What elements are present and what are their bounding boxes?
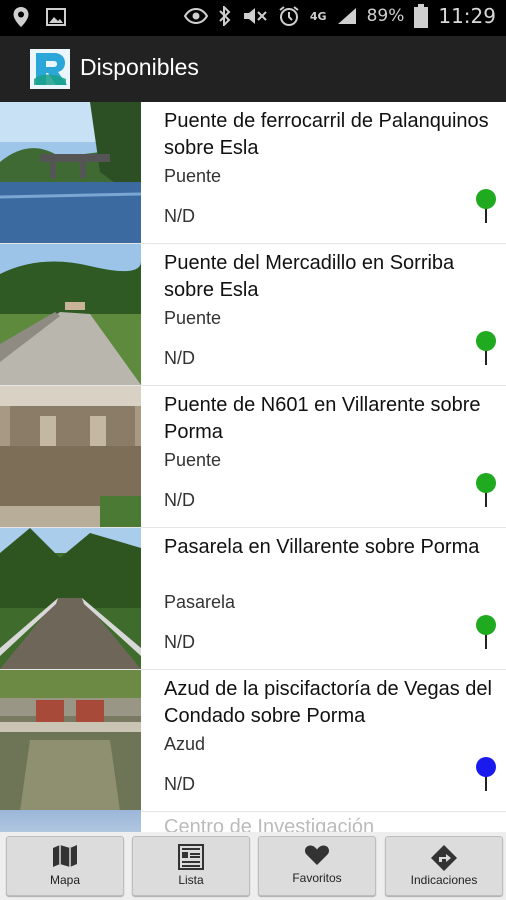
bluetooth-icon — [218, 6, 232, 26]
item-name: Pasarela en Villarente sobre Porma — [164, 536, 480, 558]
item-value: N/D — [164, 774, 195, 794]
item-name: Puente de ferrocarril de Palanquinos sob… — [164, 110, 489, 159]
tab-mapa[interactable]: Mapa — [6, 836, 124, 896]
clock: 11:29 — [438, 4, 496, 28]
app-bar: Disponibles — [0, 36, 506, 102]
map-pin-icon — [474, 614, 498, 650]
status-bar: 4G 89% 11:29 — [0, 0, 506, 36]
eye-icon — [183, 8, 208, 24]
item-name: Puente del Mercadillo en Sorriba sobre E… — [164, 252, 455, 301]
page-title: Disponibles — [80, 54, 199, 80]
list-item[interactable]: Puente del Mercadillo en Sorriba sobre E… — [0, 244, 506, 386]
list-item[interactable]: Puente de ferrocarril de Palanquinos sob… — [0, 102, 506, 244]
item-thumbnail — [0, 386, 141, 527]
item-value: N/D — [164, 490, 195, 510]
tab-lista[interactable]: Lista — [132, 836, 250, 896]
tab-label: Indicaciones — [410, 873, 478, 887]
location-icon — [12, 6, 30, 28]
item-thumbnail — [0, 102, 141, 243]
directions-icon — [386, 844, 502, 871]
list-icon — [133, 844, 249, 870]
battery-icon — [414, 4, 429, 28]
list-item-partial[interactable]: Centro de Investigación — [0, 810, 506, 832]
map-pin-icon — [474, 330, 498, 366]
tab-label: Favoritos — [292, 871, 342, 885]
list-item[interactable]: Puente de N601 en Villarente sobre Porma… — [0, 386, 506, 528]
tab-label: Mapa — [49, 873, 81, 887]
tab-favoritos[interactable]: Favoritos — [258, 836, 376, 896]
list-item[interactable]: Pasarela en Villarente sobre Porma Pasar… — [0, 528, 506, 670]
battery-percent: 89% — [366, 6, 405, 26]
item-thumbnail — [0, 244, 141, 385]
item-name: Centro de Investigación — [164, 816, 375, 832]
tab-indicaciones[interactable]: Indicaciones — [385, 836, 503, 896]
mute-icon — [242, 7, 268, 25]
item-thumbnail — [0, 528, 141, 669]
map-pin-icon — [474, 188, 498, 224]
item-list[interactable]: Puente de ferrocarril de Palanquinos sob… — [0, 102, 506, 832]
item-type: Puente — [164, 308, 222, 328]
item-thumbnail — [0, 810, 141, 832]
item-value: N/D — [164, 348, 195, 368]
map-pin-icon — [474, 472, 498, 508]
list-item[interactable]: Azud de la piscifactoría de Vegas del Co… — [0, 670, 506, 812]
signal-icon — [337, 7, 357, 25]
heart-icon — [259, 844, 375, 870]
map-icon — [7, 844, 123, 870]
item-type: Pasarela — [164, 592, 236, 612]
item-value: N/D — [164, 206, 195, 226]
item-value: N/D — [164, 632, 195, 652]
alarm-icon — [278, 5, 300, 27]
item-type: Puente — [164, 166, 222, 186]
map-pin-icon — [474, 756, 498, 792]
app-logo-icon — [30, 49, 70, 89]
item-name: Puente de N601 en Villarente sobre Porma — [164, 394, 481, 443]
item-name: Azud de la piscifactoría de Vegas del Co… — [164, 678, 492, 727]
tab-label: Lista — [178, 873, 204, 887]
item-thumbnail — [0, 670, 141, 811]
item-type: Puente — [164, 450, 222, 470]
item-type: Azud — [164, 734, 206, 754]
network-type: 4G — [309, 9, 327, 23]
image-icon — [46, 8, 66, 26]
bottom-navigation: Mapa Lista Favoritos Indicaciones — [0, 832, 506, 900]
